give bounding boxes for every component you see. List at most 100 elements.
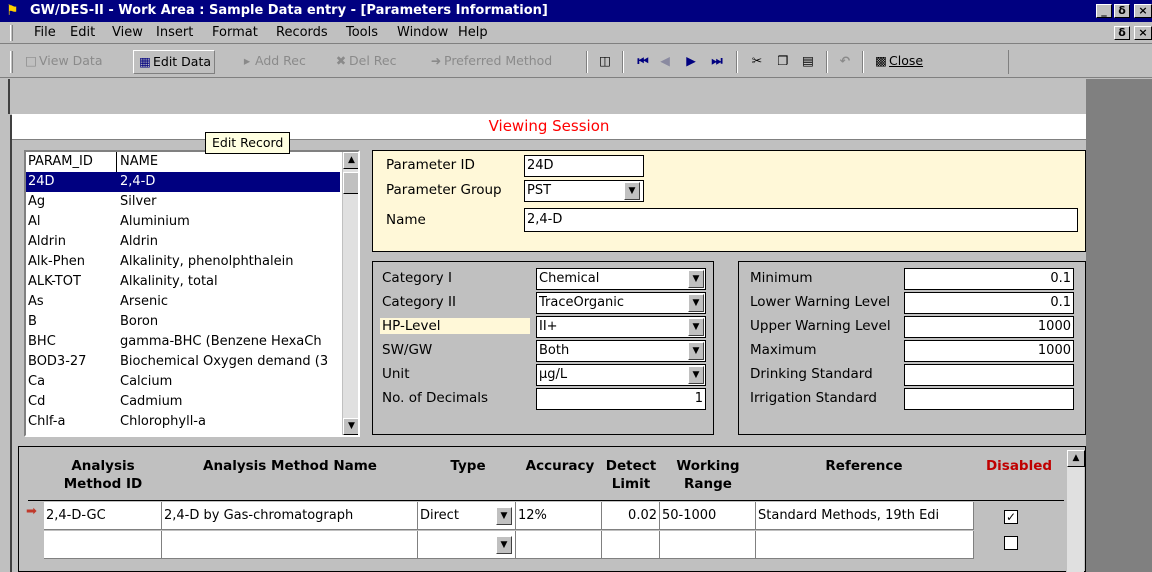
list-item[interactable]: Alk-Phen Alkalinity, phenolphthalein [26,252,340,272]
new-disabled-checkbox[interactable] [1004,536,1018,550]
toolbar-end [1008,50,1009,74]
scroll-down-icon[interactable]: ▼ [343,418,358,435]
save-disk-icon: ▩ [875,53,887,68]
list-item[interactable]: BHC gamma-BHC (Benzene HexaCh [26,332,340,352]
list-item[interactable]: Ca Calcium [26,372,340,392]
menu-window[interactable]: Window [397,25,448,40]
list-item[interactable]: Aldrin Aldrin [26,232,340,252]
minimize-button[interactable]: _ [1096,4,1112,18]
minimum-field[interactable]: 0.1 [904,268,1074,290]
preferred-method-button[interactable]: ➜ Preferred Method [425,50,555,74]
cell-detect-limit[interactable]: 0.02 [602,502,660,530]
decimals-field[interactable]: 1 [536,388,706,410]
grid-scroll-up-icon[interactable]: ▲ [1067,450,1085,467]
parameter-id-field[interactable]: 24D [524,155,644,177]
chevron-down-icon[interactable]: ▼ [688,342,704,360]
new-cell-reference[interactable] [756,531,974,559]
new-cell-detect-limit[interactable] [602,531,660,559]
menu-view[interactable]: View [112,25,143,40]
list-item[interactable]: B Boron [26,312,340,332]
chevron-down-icon[interactable]: ▼ [688,294,704,312]
list-item[interactable]: ALK-TOT Alkalinity, total [26,272,340,292]
maximum-field[interactable]: 1000 [904,340,1074,362]
cell-method-id[interactable]: 2,4-D-GC [44,502,162,530]
edit-data-button[interactable]: ▦ Edit Data [133,50,216,74]
view-data-button[interactable]: □ View Data [20,50,105,74]
child-restore-button[interactable]: ẟ [1114,26,1130,40]
chevron-down-icon[interactable]: ▼ [496,536,512,554]
parameter-list[interactable]: PARAM_ID NAME 24D 2,4-D Ag Silver Al Aluminiu… [24,150,360,437]
list-header-param-id: PARAM_ID [28,154,93,169]
menu-file[interactable]: File [34,25,56,40]
grid-scrollbar[interactable]: ▲ [1066,450,1085,572]
list-item-id: Alk-Phen [28,254,86,269]
chevron-down-icon[interactable]: ▼ [624,182,640,200]
new-cell-working-range[interactable] [660,531,756,559]
first-record-button[interactable]: ⏮ [632,50,654,74]
new-cell-method-id[interactable] [44,531,162,559]
hp-level-select[interactable]: II+ [536,316,706,338]
menu-insert[interactable]: Insert [156,25,193,40]
previous-record-button[interactable]: ◀ [654,50,676,74]
category-1-select[interactable]: Chemical [536,268,706,290]
scroll-thumb[interactable] [343,172,358,194]
chevron-down-icon[interactable]: ▼ [688,270,704,288]
drinking-standard-field[interactable] [904,364,1074,386]
last-record-button[interactable]: ⏭ [706,50,728,74]
list-item[interactable]: Ag Silver [26,192,340,212]
parameter-info-panel [372,150,1086,252]
child-close-button[interactable]: × [1134,26,1152,40]
sw-gw-label: SW/GW [382,342,433,358]
new-cell-accuracy[interactable] [516,531,602,559]
add-record-button[interactable]: ▸ Add Rec [236,50,309,74]
form-view-button[interactable]: ◫ [594,50,616,74]
cell-reference[interactable]: Standard Methods, 19th Edi [756,502,974,530]
upper-warning-level-field[interactable]: 1000 [904,316,1074,338]
cut-button[interactable]: ✂ [746,50,768,74]
list-header-name: NAME [116,152,158,172]
chevron-down-icon[interactable]: ▼ [496,507,512,525]
scroll-up-icon[interactable]: ▲ [343,152,358,169]
undo-button[interactable]: ↶ [834,50,856,74]
menu-tools[interactable]: Tools [346,25,378,40]
menu-edit[interactable]: Edit [70,25,95,40]
list-item[interactable]: 24D 2,4-D [26,172,340,192]
name-field[interactable]: 2,4-D [524,208,1078,232]
mdi-background [1086,79,1152,572]
menu-help[interactable]: Help [458,25,488,40]
list-item[interactable]: Chlf-a Chlorophyll-a [26,412,340,432]
menu-records[interactable]: Records [276,25,328,40]
sw-gw-select[interactable]: Both [536,340,706,362]
next-record-button[interactable]: ▶ [680,50,702,74]
list-item[interactable]: BOD3-27 Biochemical Oxygen demand (3 [26,352,340,372]
list-item[interactable]: Cd Cadmium [26,392,340,412]
parameter-group-label: Parameter Group [386,182,502,198]
cell-accuracy[interactable]: 12% [516,502,602,530]
decimals-label: No. of Decimals [382,390,489,406]
close-window-button[interactable]: × [1134,4,1152,18]
last-record-icon: ⏭ [711,53,723,68]
paste-button[interactable]: ▤ [797,50,819,74]
list-item-name: Biochemical Oxygen demand (3 [120,354,329,369]
disabled-checkbox[interactable]: ✓ [1004,510,1018,524]
grid-header-line [28,500,1064,501]
cell-working-range[interactable]: 50-1000 [660,502,756,530]
irrigation-standard-field[interactable] [904,388,1074,410]
list-item[interactable]: As Arsenic [26,292,340,312]
maximum-label: Maximum [750,342,817,358]
list-item[interactable]: Al Aluminium [26,212,340,232]
list-scrollbar[interactable]: ▲ ▼ [342,152,358,435]
menu-format[interactable]: Format [212,25,258,40]
lower-warning-level-field[interactable]: 0.1 [904,292,1074,314]
copy-button[interactable]: ❐ [772,50,794,74]
restore-button[interactable]: ẟ [1114,4,1130,18]
unit-select[interactable]: µg/L [536,364,706,386]
chevron-down-icon[interactable]: ▼ [688,318,704,336]
close-form-button[interactable]: ▩ Close [870,50,926,74]
new-cell-method-name[interactable] [162,531,418,559]
list-item-id: Al [28,214,41,229]
chevron-down-icon[interactable]: ▼ [688,366,704,384]
cell-method-name[interactable]: 2,4-D by Gas-chromatograph [162,502,418,530]
category-2-select[interactable]: TraceOrganic [536,292,706,314]
delete-record-button[interactable]: ✖ Del Rec [330,50,399,74]
